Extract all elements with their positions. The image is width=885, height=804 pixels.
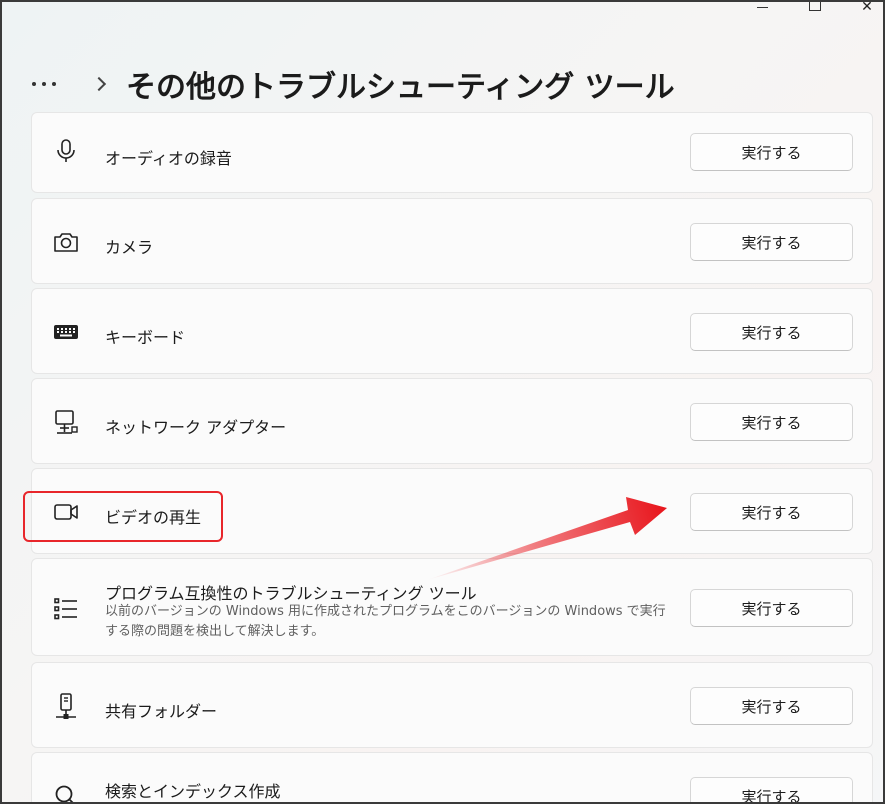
network-adapter-icon [55, 410, 78, 434]
run-video-playback-button[interactable]: 実行する [690, 493, 853, 531]
more-dots-icon[interactable] [32, 82, 68, 86]
window-caption-buttons: ✕ [733, 2, 883, 18]
list-item-network-adapter: ネットワーク アダプター 実行する [31, 378, 873, 464]
run-shared-folders-button[interactable]: 実行する [690, 687, 853, 725]
settings-window: ✕ その他のトラブルシューティング ツール オーディオの録音 実行する カメラ … [0, 0, 885, 804]
page-title: その他のトラブルシューティング ツール [126, 70, 675, 105]
list-item-shared-folders: 共有フォルダー 実行する [31, 662, 873, 748]
shared-folder-icon [56, 693, 76, 719]
list-item-audio-recording: オーディオの録音 実行する [31, 112, 873, 193]
item-label: カメラ [105, 238, 154, 257]
camera-icon [54, 233, 78, 252]
list-item-camera: カメラ 実行する [31, 198, 873, 284]
list-item-keyboard: キーボード 実行する [31, 288, 873, 374]
list-icon [54, 598, 77, 620]
list-item-search-indexing: 検索とインデックス作成 実行する [31, 752, 873, 802]
item-label: キーボード [105, 328, 186, 347]
keyboard-icon [54, 325, 78, 339]
item-label: プログラム互換性のトラブルシューティング ツール [105, 584, 477, 603]
item-label: オーディオの録音 [105, 149, 232, 168]
item-label: ネットワーク アダプター [105, 418, 287, 437]
search-icon [55, 785, 74, 802]
item-description: 以前のバージョンの Windows 用に作成されたプログラムをこのバージョンの … [105, 604, 666, 639]
minimize-button[interactable] [753, 2, 773, 16]
run-camera-button[interactable]: 実行する [690, 223, 853, 261]
close-button[interactable]: ✕ [857, 2, 877, 16]
item-label: 共有フォルダー [105, 702, 218, 721]
page-header: その他のトラブルシューティング ツール [32, 60, 675, 108]
microphone-icon [57, 139, 75, 162]
list-item-program-compatibility: プログラム互換性のトラブルシューティング ツール 以前のバージョンの Windo… [31, 558, 873, 656]
run-program-compatibility-button[interactable]: 実行する [690, 589, 853, 627]
run-network-adapter-button[interactable]: 実行する [690, 403, 853, 441]
run-audio-recording-button[interactable]: 実行する [690, 133, 853, 171]
chevron-right-icon [91, 76, 107, 92]
item-label: 検索とインデックス作成 [105, 782, 281, 801]
run-search-indexing-button[interactable]: 実行する [690, 777, 853, 802]
highlight-box [23, 491, 223, 542]
run-keyboard-button[interactable]: 実行する [690, 313, 853, 351]
maximize-button[interactable] [805, 2, 825, 16]
